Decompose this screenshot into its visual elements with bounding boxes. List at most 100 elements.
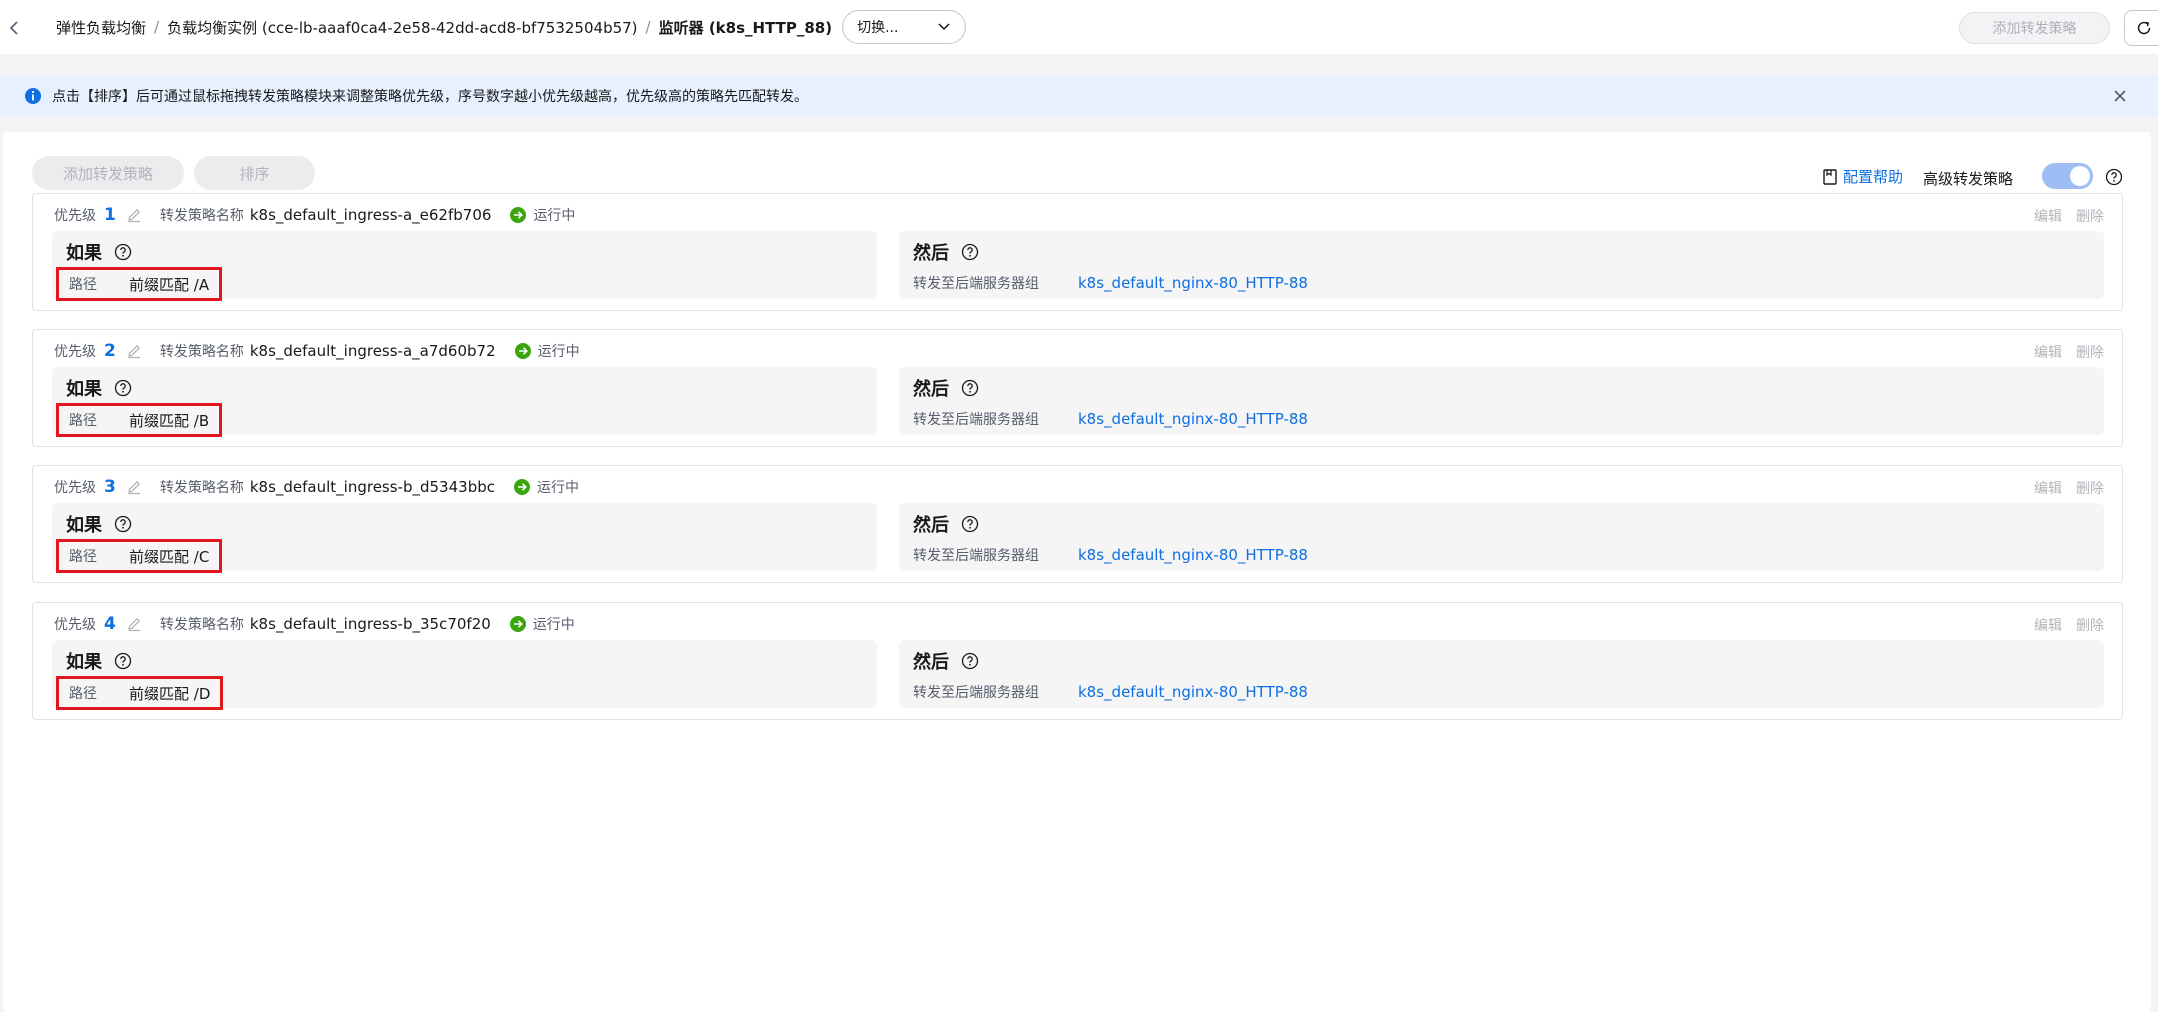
policy-name-label: 转发策略名称 xyxy=(159,208,244,224)
status-text: 运行中 xyxy=(533,208,576,224)
policy-panel: 添加转发策略 排序 配置帮助 高级转发策略 优先级 1 转发策略名称 k8 xyxy=(3,132,2151,1012)
then-title-text: 然后 xyxy=(913,243,949,264)
policy-name: k8s_default_ingress-a_a7d60b72 xyxy=(249,342,496,360)
policy-header: 优先级 3 转发策略名称 k8s_default_ingress-b_d5343… xyxy=(54,476,579,498)
forward-key: 转发至后端服务器组 xyxy=(913,276,1039,292)
policy-header: 优先级 1 转发策略名称 k8s_default_ingress-a_e62fb… xyxy=(54,204,575,226)
listener-switch-select[interactable]: 切换... xyxy=(842,10,967,44)
toggle-knob xyxy=(2070,166,2090,186)
refresh-icon xyxy=(2137,21,2151,35)
sort-button[interactable]: 排序 xyxy=(194,156,315,190)
advanced-policy-toggle[interactable] xyxy=(2042,163,2093,189)
back-arrow-icon[interactable] xyxy=(6,16,22,40)
advanced-policy-label: 高级转发策略 xyxy=(1923,170,2014,188)
delete-link[interactable]: 删除 xyxy=(2076,615,2104,635)
policy-header: 优先级 2 转发策略名称 k8s_default_ingress-a_a7d60… xyxy=(54,340,580,362)
help-circle-icon[interactable] xyxy=(114,652,132,670)
path-condition-highlight: 路径 前缀匹配 /D xyxy=(56,676,224,710)
running-status-icon xyxy=(513,479,530,495)
breadcrumb-separator: / xyxy=(154,18,160,36)
config-help-link[interactable]: 配置帮助 xyxy=(1823,166,1903,187)
policy-actions: 编辑 删除 xyxy=(2034,478,2104,498)
then-block: 然后 转发至后端服务器组 k8s_default_nginx-80_HTTP-8… xyxy=(899,367,2104,435)
backend-group-link[interactable]: k8s_default_nginx-80_HTTP-88 xyxy=(1078,274,1308,292)
forward-key: 转发至后端服务器组 xyxy=(913,548,1039,564)
if-title: 如果 xyxy=(66,239,132,265)
policy-name: k8s_default_ingress-b_35c70f20 xyxy=(249,615,491,633)
forward-key: 转发至后端服务器组 xyxy=(913,685,1039,701)
document-icon xyxy=(1823,168,1837,185)
if-title-text: 如果 xyxy=(66,243,102,264)
forward-target: 转发至后端服务器组 k8s_default_nginx-80_HTTP-88 xyxy=(913,545,1308,565)
edit-pencil-icon[interactable] xyxy=(126,343,142,359)
help-circle-icon[interactable] xyxy=(961,515,979,533)
edit-link[interactable]: 编辑 xyxy=(2034,615,2062,635)
help-circle-icon[interactable] xyxy=(114,243,132,261)
header-add-policy-button[interactable]: 添加转发策略 xyxy=(1959,12,2110,44)
condition-key: 路径 xyxy=(69,686,97,702)
add-policy-button[interactable]: 添加转发策略 xyxy=(32,156,184,190)
then-title: 然后 xyxy=(913,375,979,401)
status-text: 运行中 xyxy=(536,480,579,496)
info-icon xyxy=(25,88,41,104)
refresh-button[interactable] xyxy=(2124,10,2158,46)
policy-name-label: 转发策略名称 xyxy=(159,617,244,633)
breadcrumb-lb-instance[interactable]: 负载均衡实例 (cce-lb-aaaf0ca4-2e58-42dd-acd8-b… xyxy=(167,17,637,38)
backend-group-link[interactable]: k8s_default_nginx-80_HTTP-88 xyxy=(1078,683,1308,701)
close-icon[interactable] xyxy=(2110,86,2130,106)
path-condition-highlight: 路径 前缀匹配 /A xyxy=(56,267,223,301)
help-circle-icon[interactable] xyxy=(961,379,979,397)
condition-value: 前缀匹配 /A xyxy=(129,275,210,294)
then-title-text: 然后 xyxy=(913,379,949,400)
priority-label: 优先级 xyxy=(54,617,96,633)
help-circle-icon[interactable] xyxy=(114,379,132,397)
path-condition-highlight: 路径 前缀匹配 /C xyxy=(56,539,223,573)
info-notice: 点击【排序】后可通过鼠标拖拽转发策略模块来调整策略优先级，序号数字越小优先级越高… xyxy=(0,76,2158,116)
top-bar: 弹性负载均衡 / 负载均衡实例 (cce-lb-aaaf0ca4-2e58-42… xyxy=(0,0,2158,54)
edit-pencil-icon[interactable] xyxy=(126,616,142,632)
policy-card: 优先级 2 转发策略名称 k8s_default_ingress-a_a7d60… xyxy=(32,329,2123,447)
running-status-icon xyxy=(510,207,527,223)
backend-group-link[interactable]: k8s_default_nginx-80_HTTP-88 xyxy=(1078,410,1308,428)
policy-card: 优先级 1 转发策略名称 k8s_default_ingress-a_e62fb… xyxy=(32,193,2123,311)
edit-link[interactable]: 编辑 xyxy=(2034,342,2062,362)
edit-pencil-icon[interactable] xyxy=(126,207,142,223)
if-title-text: 如果 xyxy=(66,652,102,673)
help-circle-icon[interactable] xyxy=(961,243,979,261)
policy-name: k8s_default_ingress-b_d5343bbc xyxy=(249,478,495,496)
breadcrumb: 弹性负载均衡 / 负载均衡实例 (cce-lb-aaaf0ca4-2e58-42… xyxy=(56,0,967,54)
priority-label: 优先级 xyxy=(54,208,96,224)
backend-group-link[interactable]: k8s_default_nginx-80_HTTP-88 xyxy=(1078,546,1308,564)
priority-label: 优先级 xyxy=(54,480,96,496)
breadcrumb-elb[interactable]: 弹性负载均衡 xyxy=(56,17,146,38)
condition-key: 路径 xyxy=(69,277,97,293)
delete-link[interactable]: 删除 xyxy=(2076,342,2104,362)
breadcrumb-separator: / xyxy=(645,18,651,36)
if-block: 如果 路径 前缀匹配 /D xyxy=(52,640,877,710)
then-title-text: 然后 xyxy=(913,515,949,536)
forward-key: 转发至后端服务器组 xyxy=(913,412,1039,428)
then-title: 然后 xyxy=(913,239,979,265)
help-circle-icon[interactable] xyxy=(961,652,979,670)
then-block: 然后 转发至后端服务器组 k8s_default_nginx-80_HTTP-8… xyxy=(899,503,2104,571)
policy-card: 优先级 3 转发策略名称 k8s_default_ingress-b_d5343… xyxy=(32,465,2123,583)
if-title: 如果 xyxy=(66,511,132,537)
status-text: 运行中 xyxy=(537,344,580,360)
edit-link[interactable]: 编辑 xyxy=(2034,478,2062,498)
if-title: 如果 xyxy=(66,375,132,401)
policy-actions: 编辑 删除 xyxy=(2034,206,2104,226)
help-circle-icon[interactable] xyxy=(2105,168,2123,186)
help-circle-icon[interactable] xyxy=(114,515,132,533)
status-text: 运行中 xyxy=(532,617,575,633)
edit-link[interactable]: 编辑 xyxy=(2034,206,2062,226)
priority-number: 4 xyxy=(104,614,116,634)
edit-pencil-icon[interactable] xyxy=(126,479,142,495)
if-title-text: 如果 xyxy=(66,515,102,536)
policy-card: 优先级 4 转发策略名称 k8s_default_ingress-b_35c70… xyxy=(32,602,2123,720)
breadcrumb-listener: 监听器 (k8s_HTTP_88) xyxy=(658,18,833,37)
policy-name-label: 转发策略名称 xyxy=(159,480,244,496)
then-title: 然后 xyxy=(913,648,979,674)
delete-link[interactable]: 删除 xyxy=(2076,478,2104,498)
delete-link[interactable]: 删除 xyxy=(2076,206,2104,226)
forward-target: 转发至后端服务器组 k8s_default_nginx-80_HTTP-88 xyxy=(913,273,1308,293)
